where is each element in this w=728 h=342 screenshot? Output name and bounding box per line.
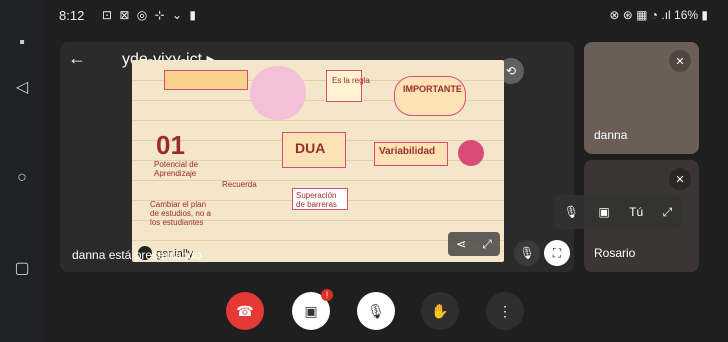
volume-off-icon[interactable]: ✕: [669, 50, 691, 72]
shared-slide: Es la regla IMPORTANTE 01 Potencial de A…: [132, 60, 504, 262]
back-arrow-icon[interactable]: ←: [68, 48, 86, 69]
share-icon[interactable]: ⋖: [456, 237, 466, 251]
self-label: Tú: [629, 205, 644, 219]
battery-text: 16%: [674, 8, 699, 22]
status-time: 8:12: [59, 8, 85, 23]
raise-hand-button[interactable]: ✋: [421, 292, 459, 330]
bubble-graphic: [250, 66, 306, 120]
question-circle: [458, 140, 484, 166]
self-camera-off-icon[interactable]: ▣: [598, 205, 609, 219]
num-01: 01: [156, 130, 185, 160]
importante-title: IMPORTANTE: [403, 84, 462, 94]
home-nav-icon[interactable]: ○: [12, 168, 32, 188]
status-bar: 8:12 ⊡ ⊠ ◎ ⊹ ⌄ ▮ ⊗ ⊛ ▦ ◔ .ıl 16% ▮: [44, 0, 728, 32]
regla-box: [326, 70, 362, 102]
mic-off-icon[interactable]: ✕: [669, 168, 691, 190]
importante-box: [394, 76, 466, 116]
mic-off-button[interactable]: 🎙︎: [357, 292, 395, 330]
android-nav-bar: ▪ ◁ ○ ▢: [0, 0, 44, 342]
share-controls[interactable]: ⋖ ⤢: [448, 232, 500, 256]
participant-tile-danna[interactable]: ✕ danna ⋮: [584, 42, 699, 154]
presenter-label: danna está presentando: [72, 248, 202, 262]
fullscreen-icon[interactable]: ⛶: [544, 240, 570, 266]
back-nav-icon[interactable]: ◁: [12, 77, 32, 97]
menu-dot-icon[interactable]: ▪: [12, 33, 32, 53]
regla-text: Es la regla: [332, 76, 370, 85]
numbers-strip: [164, 70, 248, 90]
camera-off-button[interactable]: ▣!: [292, 289, 333, 330]
participant-name: Rosario: [594, 246, 636, 260]
recents-nav-icon[interactable]: ▢: [12, 258, 32, 278]
recuerda-text: Recuerda: [222, 180, 257, 189]
cambiar-text: Cambiar el plan de estudios, no a los es…: [150, 200, 211, 227]
meet-screen: 8:12 ⊡ ⊠ ◎ ⊹ ⌄ ▮ ⊗ ⊛ ▦ ◔ .ıl 16% ▮ ← yde…: [44, 0, 728, 342]
participant-name: danna: [594, 128, 628, 142]
variabilidad-title: Variabilidad: [379, 146, 436, 157]
potencial-text: Potencial de Aprendizaje: [154, 160, 199, 178]
stage-mic-off-icon[interactable]: 🎙︎: [514, 240, 540, 266]
self-mic-off-icon[interactable]: 🎙︎: [564, 205, 579, 219]
self-view-controls: 🎙︎ ▣ Tú ⤢: [554, 195, 682, 229]
expand-icon[interactable]: ⤢: [482, 237, 492, 252]
superacion-text: Superación de barreras: [296, 191, 337, 209]
end-call-button[interactable]: ☎: [226, 292, 264, 330]
camera-warning-badge: !: [321, 289, 333, 301]
expand-self-icon[interactable]: ⤢: [663, 205, 673, 220]
presentation-stage[interactable]: ← yde-vjxy-jct ▸ ⟲ Es la regla IMPORTANT…: [60, 42, 574, 272]
more-options-button[interactable]: ⋮: [486, 292, 524, 330]
dua-title: DUA: [295, 140, 326, 156]
call-controls-bar: ☎ ▣! 🎙︎ ✋ ⋮: [44, 286, 728, 342]
status-right: ⊗ ⊛ ▦ ◔ .ıl 16% ▮: [609, 8, 708, 22]
notification-icons: ⊡ ⊠ ◎ ⊹ ⌄ ▮: [102, 8, 198, 22]
